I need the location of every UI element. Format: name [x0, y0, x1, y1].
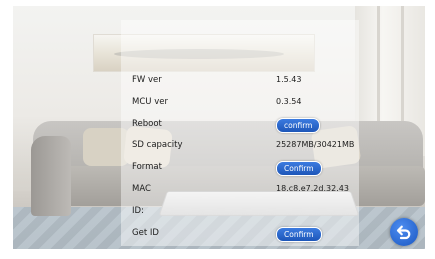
format-label: Format [132, 162, 162, 172]
back-button[interactable] [390, 218, 418, 246]
fw-ver-row: FW ver 1.5.43 [121, 72, 359, 92]
mcu-ver-value: 0.3.54 [276, 97, 302, 106]
id-label: ID: [132, 206, 144, 216]
sd-capacity-row: SD capacity 25287MB/30421MB [121, 137, 359, 157]
mcu-ver-label: MCU ver [132, 97, 168, 107]
background-sofa-arm [31, 136, 71, 216]
id-row: ID: [121, 203, 359, 223]
get-id-label: Get ID [132, 228, 159, 238]
format-confirm-button[interactable]: Confirm [276, 161, 322, 176]
get-id-confirm-button[interactable]: Confirm [276, 227, 322, 242]
mac-label: MAC [132, 184, 151, 194]
back-arrow-icon [396, 225, 411, 240]
sd-capacity-value: 25287MB/30421MB [276, 140, 355, 149]
device-screen: FW ver 1.5.43 MCU ver 0.3.54 Reboot conf… [13, 6, 425, 249]
device-info-panel: FW ver 1.5.43 MCU ver 0.3.54 Reboot conf… [121, 20, 359, 246]
sd-capacity-label: SD capacity [132, 140, 183, 150]
mac-value: 18.c8.e7.2d.32.43 [276, 184, 349, 193]
fw-ver-label: FW ver [132, 75, 162, 85]
format-row: Format Confirm [121, 159, 359, 179]
reboot-label: Reboot [132, 119, 162, 129]
fw-ver-value: 1.5.43 [276, 75, 302, 84]
get-id-row: Get ID Confirm [121, 225, 359, 245]
reboot-confirm-button[interactable]: confirm [276, 118, 321, 133]
mac-row: MAC 18.c8.e7.2d.32.43 [121, 181, 359, 201]
reboot-row: Reboot confirm [121, 116, 359, 136]
mcu-ver-row: MCU ver 0.3.54 [121, 94, 359, 114]
